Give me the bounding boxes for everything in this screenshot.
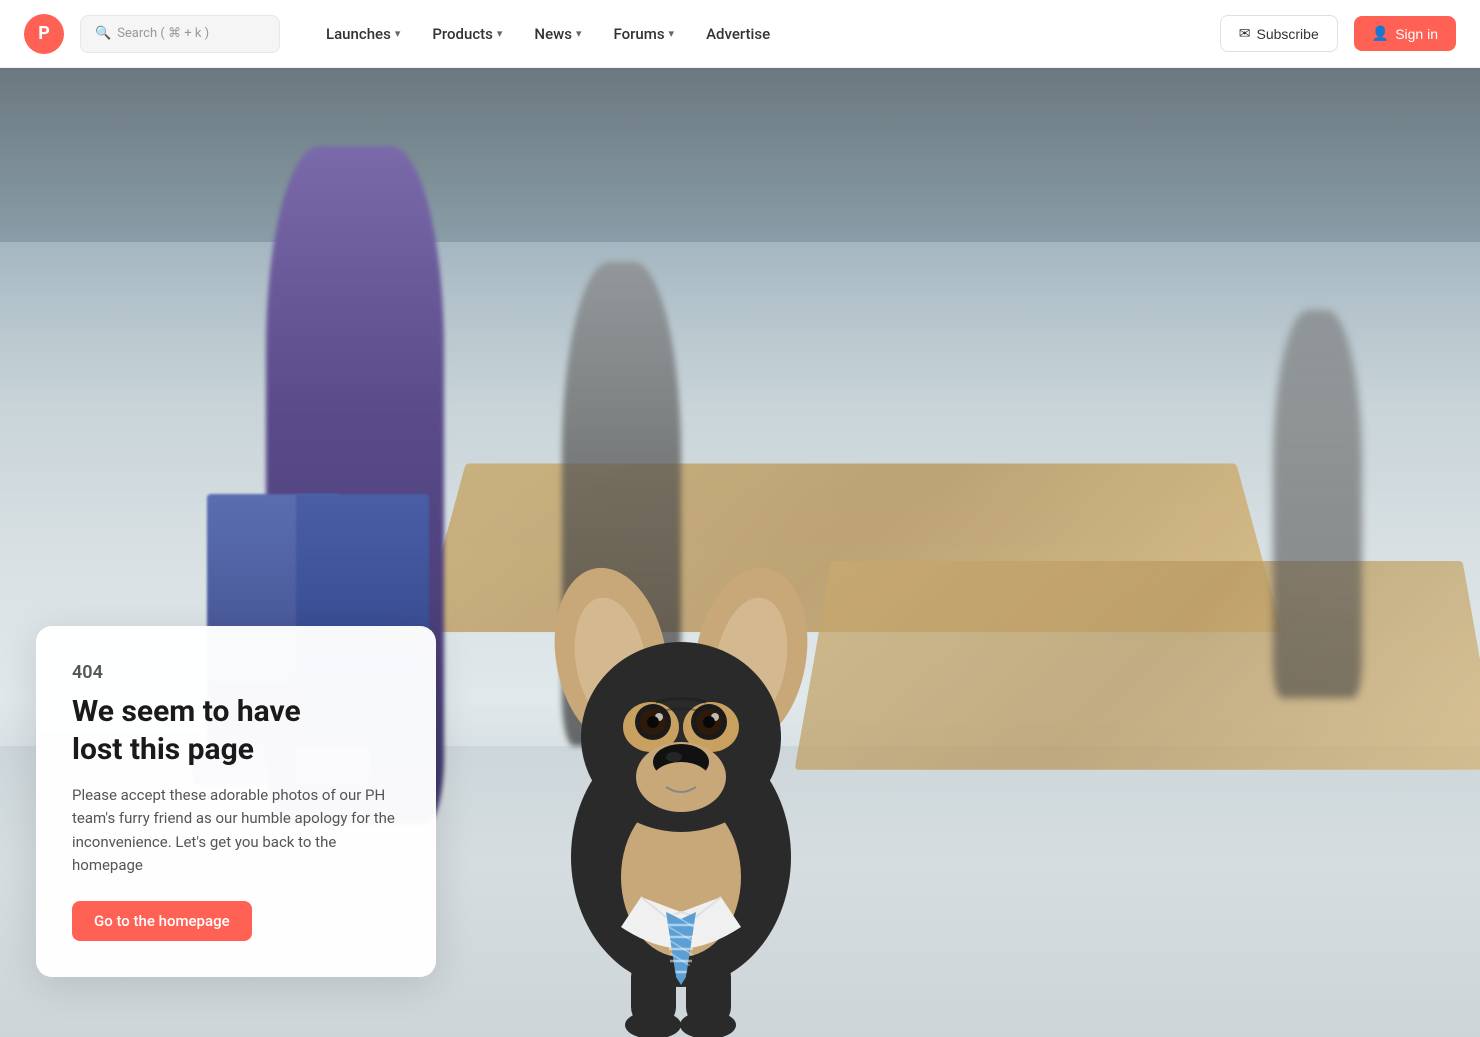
bg-person-3 [1273, 310, 1362, 698]
nav-links: Launches ▾ Products ▾ News ▾ Forums ▾ Ad… [312, 17, 784, 51]
subscribe-button[interactable]: ✉ Subscribe [1220, 15, 1338, 52]
signin-label: Sign in [1395, 26, 1438, 42]
nav-item-news[interactable]: News ▾ [520, 17, 595, 51]
dog-illustration [370, 68, 992, 1037]
error-heading: We seem to have lost this page [72, 693, 400, 768]
nav-item-launches[interactable]: Launches ▾ [312, 17, 414, 51]
error-card: 404 We seem to have lost this page Pleas… [36, 626, 436, 977]
chevron-down-icon: ▾ [669, 27, 675, 40]
nav-item-advertise[interactable]: Advertise [692, 17, 784, 51]
hero-section: 404 We seem to have lost this page Pleas… [0, 68, 1480, 1037]
error-heading-line1: We seem to have [72, 694, 301, 729]
chevron-down-icon: ▾ [576, 27, 582, 40]
search-icon: 🔍 [95, 26, 111, 41]
signin-button[interactable]: 👤 Sign in [1354, 16, 1456, 51]
go-to-homepage-button[interactable]: Go to the homepage [72, 901, 252, 941]
subscribe-icon: ✉ [1239, 25, 1251, 42]
nav-forums-label: Forums [613, 25, 664, 43]
nav-advertise-label: Advertise [706, 25, 770, 43]
error-heading-line2: lost this page [72, 732, 254, 767]
chevron-down-icon: ▾ [395, 27, 401, 40]
nav-item-forums[interactable]: Forums ▾ [599, 17, 688, 51]
nav-products-label: Products [432, 25, 493, 43]
navbar: P 🔍 Search ( ⌘ + k ) Launches ▾ Products… [0, 0, 1480, 68]
error-description: Please accept these adorable photos of o… [72, 784, 400, 877]
chevron-down-icon: ▾ [497, 27, 503, 40]
nav-item-products[interactable]: Products ▾ [418, 17, 516, 51]
signin-icon: 👤 [1372, 25, 1389, 42]
nav-news-label: News [534, 25, 572, 43]
search-box[interactable]: 🔍 Search ( ⌘ + k ) [80, 15, 280, 53]
nav-launches-label: Launches [326, 25, 391, 43]
search-placeholder-text: Search ( ⌘ + k ) [117, 26, 209, 41]
logo[interactable]: P [24, 14, 64, 54]
subscribe-label: Subscribe [1256, 26, 1318, 42]
error-code: 404 [72, 662, 400, 683]
